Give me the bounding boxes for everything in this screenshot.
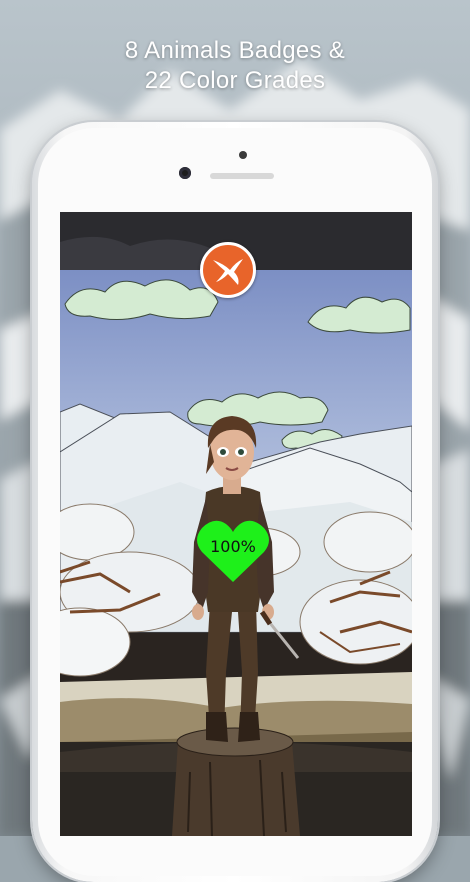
health-percent-label: 100% <box>210 537 256 556</box>
promo-caption: 8 Animals Badges & 22 Color Grades <box>0 36 470 96</box>
phone-speaker <box>210 173 274 179</box>
caption-line-2: 22 Color Grades <box>144 67 326 94</box>
swallow-bird-icon <box>213 259 243 285</box>
tree-stump <box>172 727 300 836</box>
phone-camera <box>179 167 191 179</box>
caption-line-1: 8 Animals Badges & <box>124 37 346 64</box>
phone-sensor <box>239 151 247 159</box>
animal-badge-button[interactable] <box>200 242 256 298</box>
